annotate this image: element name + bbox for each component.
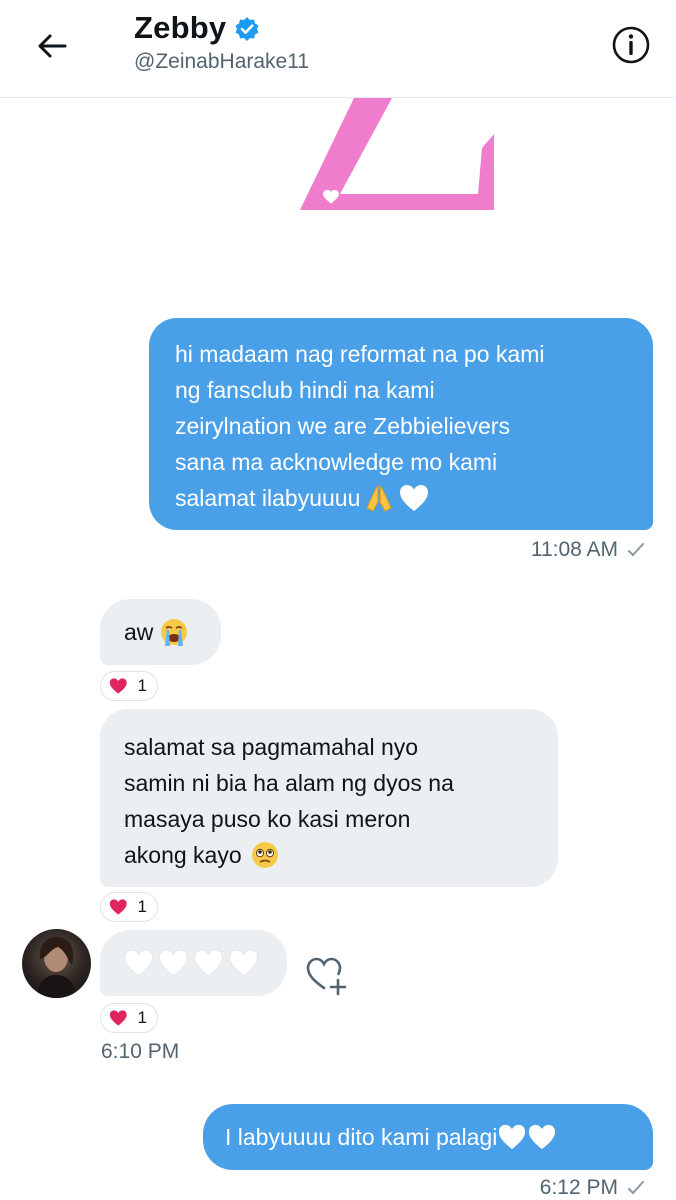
reaction-count: 1 (137, 897, 147, 916)
message-reaction[interactable]: 1 (100, 671, 158, 701)
timestamp-text: 11:08 AM (530, 538, 618, 561)
message-text: aw (124, 619, 154, 645)
timestamp-text: 6:12 PM (539, 1176, 618, 1199)
message-text: I labyuuuu dito kami palagi (225, 1124, 498, 1150)
message-line: ng fansclub hindi na kami (175, 377, 435, 403)
add-reaction-heart-icon (306, 957, 347, 996)
incoming-message[interactable] (100, 930, 287, 996)
info-icon (612, 26, 650, 64)
back-button[interactable] (30, 28, 74, 64)
outgoing-message[interactable]: hi madaam nag reformat na po kami ng fan… (149, 318, 653, 530)
message-timestamp: 6:12 PM (540, 1176, 646, 1200)
reaction-count: 1 (137, 1008, 147, 1027)
message-timestamp: 6:10 PM (101, 1040, 180, 1063)
message-timestamp: 11:08 AM (531, 538, 646, 562)
white-heart-icon (529, 1124, 556, 1150)
z-logo-icon (300, 98, 494, 210)
message-line: zeirylnation we are Zebbielievers (175, 413, 510, 439)
conversation-title[interactable]: Zebby @ZeinabHarake11 (134, 10, 309, 74)
add-reaction-button[interactable] (304, 954, 348, 996)
loudly-crying-face-icon (161, 619, 188, 646)
contact-handle: @ZeinabHarake11 (134, 50, 310, 73)
white-heart-icon (193, 949, 224, 977)
outgoing-message[interactable]: I labyuuuu dito kami palagi (203, 1104, 653, 1170)
white-heart-icon (228, 949, 259, 977)
message-line: salamat sa pagmamahal nyo (124, 734, 419, 760)
sent-check-icon (628, 543, 644, 557)
red-heart-icon (109, 1010, 127, 1026)
back-arrow-icon (38, 34, 67, 58)
conversation-header: Zebby @ZeinabHarake11 (0, 0, 676, 98)
message-line: samin ni bia ha alam ng dyos na (124, 770, 454, 796)
reaction-count: 1 (137, 676, 147, 695)
avatar-photo (36, 936, 77, 998)
conversation-info-button[interactable] (610, 24, 652, 66)
message-line: salamat ilabyuuuu (175, 485, 361, 511)
sent-check-icon (628, 1181, 644, 1195)
face-holding-back-tears-icon (251, 842, 278, 868)
white-heart-icon (123, 949, 154, 977)
message-line: masaya puso ko kasi meron (124, 806, 411, 832)
shared-image-logo[interactable] (300, 98, 500, 214)
folded-hands-icon (366, 485, 393, 512)
incoming-message[interactable]: aw (100, 599, 221, 665)
verified-badge-icon (235, 17, 259, 41)
red-heart-icon (109, 678, 127, 694)
white-heart-icon (499, 1124, 526, 1150)
contact-name: Zebby (134, 10, 227, 45)
message-line: sana ma acknowledge mo kami (175, 449, 498, 475)
message-reaction[interactable]: 1 (100, 1003, 158, 1033)
message-reaction[interactable]: 1 (100, 892, 158, 922)
contact-avatar[interactable] (22, 929, 91, 998)
white-heart-icon (400, 485, 429, 511)
white-heart-icon (158, 949, 189, 977)
red-heart-icon (109, 899, 127, 915)
message-line: akong kayo (124, 842, 242, 868)
message-line: hi madaam nag reformat na po kami (175, 341, 545, 367)
incoming-message[interactable]: salamat sa pagmamahal nyo samin ni bia h… (100, 709, 558, 887)
